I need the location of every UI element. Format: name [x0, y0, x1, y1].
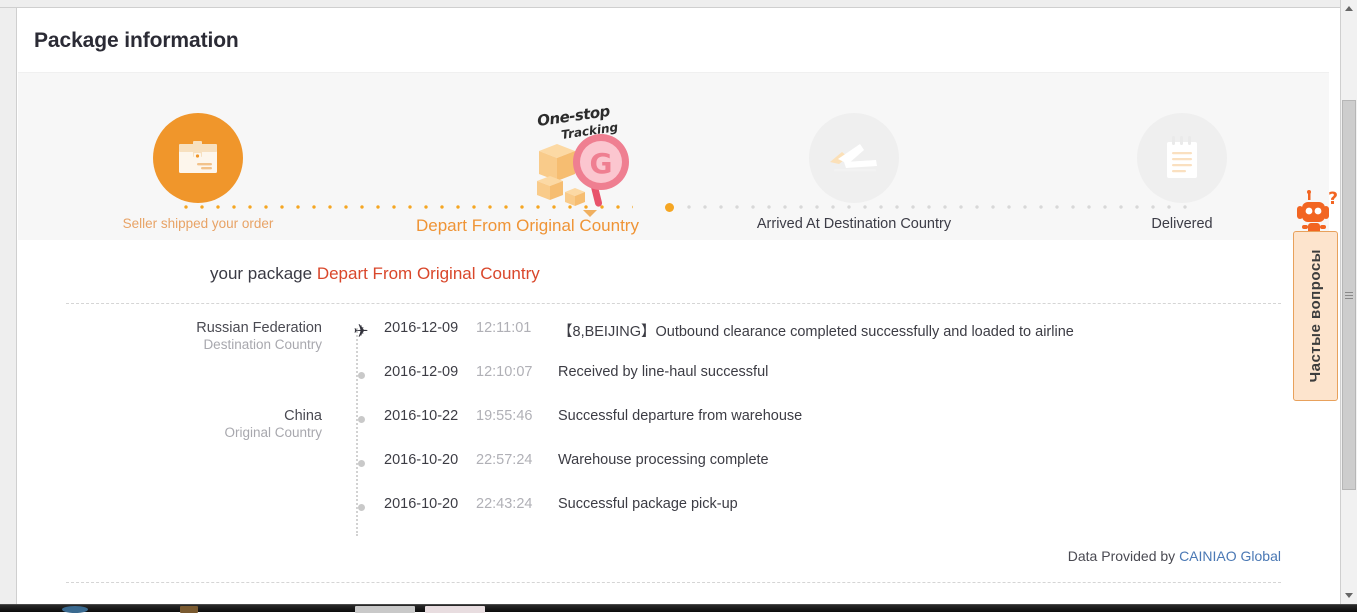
event-date: 2016-12-09: [384, 364, 459, 380]
shipment-progress-stepper: Seller shipped your order One-stop Track…: [18, 72, 1329, 240]
page-top-gutter: [0, 0, 1340, 8]
event-date: 2016-10-22: [384, 408, 459, 424]
scroll-up-arrow-icon[interactable]: [1341, 0, 1357, 17]
os-taskbar[interactable]: [0, 604, 1357, 613]
dot-icon: [350, 454, 372, 472]
help-widget-label: Частые вопросы: [1307, 249, 1324, 383]
package-status-prefix: your package: [210, 264, 313, 283]
package-status-line: your package Depart From Original Countr…: [210, 264, 1329, 284]
caret-down-icon: [583, 210, 597, 217]
notepad-icon: [1137, 113, 1227, 203]
sidebar-item-delivered[interactable]: Delivered: [1072, 113, 1292, 232]
provider-prefix: Data Provided by: [1067, 548, 1176, 564]
dot-icon: [350, 498, 372, 516]
tracking-events-list: Russian Federation Destination Country ✈…: [18, 320, 1329, 540]
sidebar-item-seller-shipped[interactable]: Seller shipped your order: [88, 113, 308, 231]
tracking-detail-section: your package Depart From Original Countr…: [18, 240, 1329, 583]
event-time: 12:10:07: [476, 364, 533, 380]
provider-link[interactable]: CAINIAO Global: [1179, 548, 1281, 564]
table-row: 2016-12-09 12:10:07 Received by line-hau…: [66, 364, 1329, 408]
dot-icon: [350, 410, 372, 428]
stepper-steps: Seller shipped your order One-stop Track…: [18, 73, 1329, 240]
data-provider-line: Data Provided by CAINIAO Global: [18, 548, 1281, 564]
package-information-card: Package information Seller shipped your …: [18, 9, 1329, 595]
country-name: Russian Federation: [196, 320, 322, 336]
card-header: Package information: [18, 9, 1329, 72]
event-time: 12:11:01: [476, 320, 532, 336]
sidebar-item-depart-original-country[interactable]: One-stop Tracking G Depart From Original…: [416, 102, 639, 236]
row-country: Russian Federation Destination Country: [66, 320, 338, 352]
table-row: China Original Country 2016-10-22 19:55:…: [66, 408, 1329, 452]
event-message: 【8,BEIJING】Outbound clearance completed …: [558, 324, 1074, 340]
event-message: Warehouse processing complete: [558, 452, 769, 468]
step-label-arrived-destination: Arrived At Destination Country: [756, 216, 952, 232]
divider-top: [66, 303, 1281, 304]
country-name: China: [284, 408, 322, 424]
country-role: Original Country: [224, 424, 322, 440]
event-date: 2016-10-20: [384, 496, 459, 512]
scroll-down-arrow-icon[interactable]: [1341, 587, 1357, 604]
page-title: Package information: [34, 28, 239, 52]
svg-text:G: G: [590, 147, 613, 180]
table-row: 2016-10-20 22:57:24 Warehouse processing…: [66, 452, 1329, 496]
dot-icon: [350, 366, 372, 384]
event-date: 2016-10-20: [384, 452, 459, 468]
country-role: Destination Country: [203, 336, 322, 352]
one-stop-tracking-icon: One-stop Tracking G: [481, 102, 629, 217]
event-time: 19:55:46: [476, 408, 533, 424]
help-widget-panel[interactable]: Частые вопросы: [1293, 231, 1338, 401]
row-country: China Original Country: [66, 408, 338, 440]
package-status-value: Depart From Original Country: [316, 264, 540, 283]
event-message: Successful package pick-up: [558, 496, 738, 512]
package-box-icon: [153, 113, 243, 203]
browser-viewport: Package information Seller shipped your …: [0, 0, 1357, 613]
table-row: 2016-10-20 22:43:24 Successful package p…: [66, 496, 1329, 540]
table-row: Russian Federation Destination Country ✈…: [66, 320, 1329, 364]
page-left-gutter: [0, 0, 17, 604]
event-message: Received by line-haul successful: [558, 364, 769, 380]
scrollbar-thumb[interactable]: [1342, 100, 1356, 490]
airplane-icon: [809, 113, 899, 203]
airplane-icon: ✈: [353, 321, 369, 341]
svg-text:?: ?: [1328, 190, 1338, 209]
step-label-delivered: Delivered: [1151, 216, 1213, 232]
event-time: 22:43:24: [476, 496, 533, 512]
step-label-depart-original-country: Depart From Original Country: [416, 216, 639, 235]
help-widget[interactable]: ? Частые вопросы: [1292, 189, 1342, 405]
event-date: 2016-12-09: [384, 320, 459, 336]
sidebar-item-arrived-destination[interactable]: Arrived At Destination Country: [744, 113, 964, 232]
step-label-seller-shipped: Seller shipped your order: [122, 216, 274, 231]
event-time: 22:57:24: [476, 452, 533, 468]
divider-bottom: [66, 582, 1281, 583]
vertical-scrollbar[interactable]: [1340, 0, 1357, 604]
event-message: Successful departure from warehouse: [558, 408, 803, 424]
